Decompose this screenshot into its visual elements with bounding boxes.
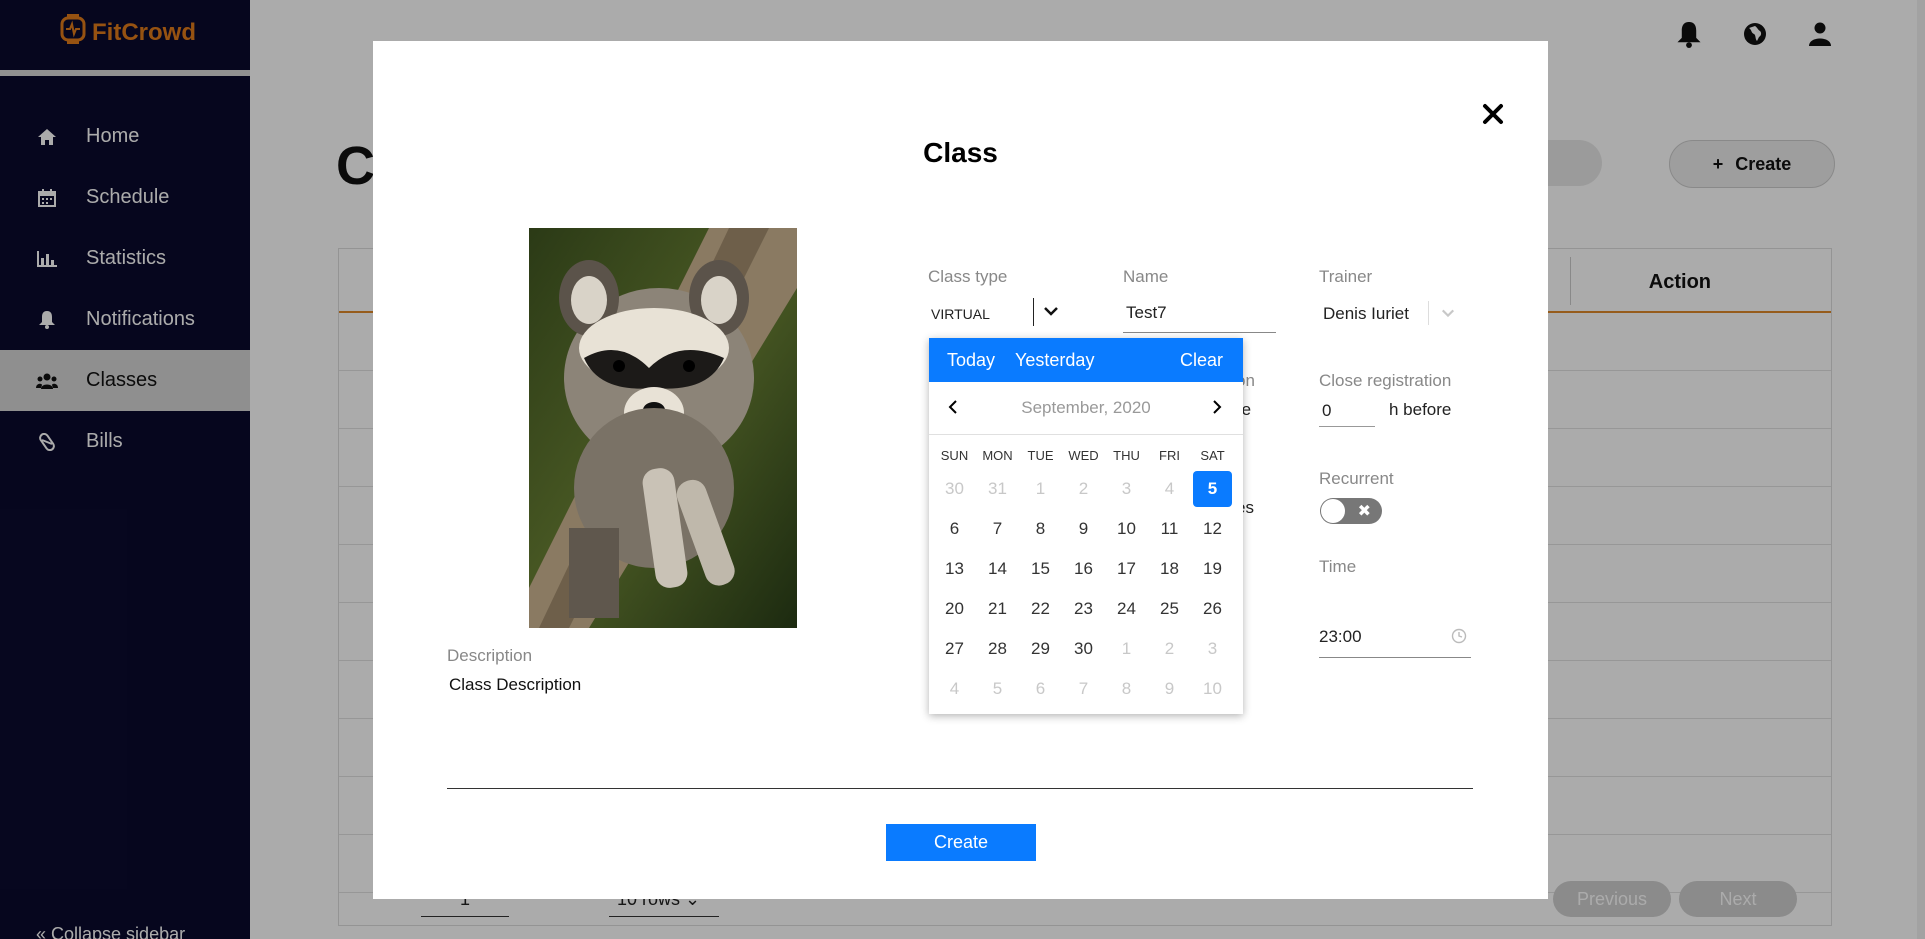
select-divider <box>1428 301 1429 325</box>
calendar-day[interactable]: 29 <box>1019 629 1062 669</box>
calendar-day[interactable]: 21 <box>976 589 1019 629</box>
calendar-day[interactable]: 10 <box>1105 509 1148 549</box>
recurrent-label: Recurrent <box>1319 469 1394 488</box>
calendar-day[interactable]: 19 <box>1191 549 1234 589</box>
time-value: 23:00 <box>1319 627 1362 646</box>
close-registration-unit: h before <box>1389 400 1452 419</box>
calendar-day[interactable]: 30 <box>933 469 976 509</box>
chevron-down-icon[interactable] <box>1441 306 1455 325</box>
today-button[interactable]: Today <box>947 350 995 371</box>
chevron-left-icon[interactable] <box>947 398 961 416</box>
page-scrollbar[interactable] <box>1917 0 1925 939</box>
time-input[interactable]: 23:00 <box>1319 622 1471 658</box>
class-modal: Class Description Class Description Clas… <box>373 41 1548 899</box>
day-of-week-header: SUN <box>940 447 969 463</box>
modal-title: Class <box>923 137 998 168</box>
class-image[interactable] <box>529 228 797 628</box>
calendar-day[interactable]: 6 <box>1019 669 1062 709</box>
calendar-day[interactable]: 4 <box>1148 469 1191 509</box>
calendar-day-selected[interactable]: 5 <box>1193 471 1232 507</box>
calendar-day[interactable]: 9 <box>1062 509 1105 549</box>
description-input[interactable]: Class Description <box>449 675 581 695</box>
calendar-day[interactable]: 1 <box>1105 629 1148 669</box>
day-of-week-header: THU <box>1113 447 1140 463</box>
class-type-select[interactable]: VIRTUAL <box>929 297 1089 331</box>
time-label: Time <box>1319 557 1357 576</box>
calendar-day[interactable]: 14 <box>976 549 1019 589</box>
trainer-label: Trainer <box>1319 267 1373 286</box>
calendar-day[interactable]: 24 <box>1105 589 1148 629</box>
description-underline <box>447 788 1473 789</box>
calendar-day[interactable]: 15 <box>1019 549 1062 589</box>
calendar-day[interactable]: 1 <box>1019 469 1062 509</box>
trainer-select[interactable]: Denis Iuriet <box>1323 304 1409 324</box>
calendar-day[interactable]: 7 <box>976 509 1019 549</box>
calendar-day[interactable]: 2 <box>1148 629 1191 669</box>
class-type-label: Class type <box>928 267 1008 286</box>
name-underline <box>1123 332 1276 333</box>
calendar-day[interactable]: 9 <box>1148 669 1191 709</box>
date-picker: Today Yesterday Clear September, 2020 SU… <box>929 338 1243 714</box>
calendar-day[interactable]: 2 <box>1062 469 1105 509</box>
calendar-day[interactable]: 6 <box>933 509 976 549</box>
calendar-day[interactable]: 8 <box>1019 509 1062 549</box>
toggle-knob <box>1321 499 1345 523</box>
calendar-grid: SUN MON TUE WED THU FRI SAT 30 31 1 2 3 4 5 6 7 8 9 10 11 12… <box>929 435 1243 709</box>
day-of-week-header: WED <box>1068 447 1099 463</box>
create-button[interactable]: Create <box>886 824 1036 861</box>
name-label: Name <box>1123 267 1169 286</box>
close-registration-input[interactable]: 0 <box>1319 399 1375 427</box>
close-registration-label: Close registration <box>1319 371 1452 390</box>
calendar-day[interactable]: 10 <box>1191 669 1234 709</box>
calendar-day[interactable]: 23 <box>1062 589 1105 629</box>
calendar-day[interactable]: 4 <box>933 669 976 709</box>
calendar-day[interactable]: 8 <box>1105 669 1148 709</box>
clock-icon <box>1451 628 1467 644</box>
calendar-day[interactable]: 5 <box>976 669 1019 709</box>
calendar-day[interactable]: 30 <box>1062 629 1105 669</box>
calendar-day[interactable]: 22 <box>1019 589 1062 629</box>
calendar-day[interactable]: 11 <box>1148 509 1191 549</box>
calendar-day[interactable]: 28 <box>976 629 1019 669</box>
calendar-day[interactable]: 18 <box>1148 549 1191 589</box>
calendar-day[interactable]: 13 <box>933 549 976 589</box>
close-icon[interactable] <box>1478 99 1508 129</box>
chevron-down-icon <box>1043 303 1059 324</box>
day-of-week-header: MON <box>982 447 1013 463</box>
day-of-week-header: FRI <box>1159 447 1180 463</box>
clear-button[interactable]: Clear <box>1180 350 1223 371</box>
calendar-day[interactable]: 3 <box>1191 629 1234 669</box>
calendar-day[interactable]: 3 <box>1105 469 1148 509</box>
calendar-day[interactable]: 17 <box>1105 549 1148 589</box>
calendar-day[interactable]: 7 <box>1062 669 1105 709</box>
calendar-day[interactable]: 25 <box>1148 589 1191 629</box>
calendar-day[interactable]: 12 <box>1191 509 1234 549</box>
calendar-day[interactable]: 16 <box>1062 549 1105 589</box>
day-of-week-header: TUE <box>1027 447 1054 463</box>
close-icon: ✖ <box>1357 503 1371 520</box>
class-type-value: VIRTUAL <box>931 306 990 322</box>
raccoon-photo <box>529 228 797 628</box>
chevron-right-icon[interactable] <box>1211 398 1225 416</box>
calendar-day[interactable]: 26 <box>1191 589 1234 629</box>
recurrent-toggle[interactable]: ✖ <box>1320 498 1382 524</box>
date-picker-shortcuts: Today Yesterday Clear <box>929 338 1243 382</box>
select-divider <box>1033 298 1034 326</box>
name-input[interactable]: Test7 <box>1126 303 1167 323</box>
calendar-day[interactable]: 31 <box>976 469 1019 509</box>
description-label: Description <box>447 646 533 665</box>
calendar-day[interactable]: 20 <box>933 589 976 629</box>
month-label[interactable]: September, 2020 <box>1021 398 1150 418</box>
day-of-week-header: SAT <box>1200 447 1225 463</box>
calendar-day[interactable]: 27 <box>933 629 976 669</box>
yesterday-button[interactable]: Yesterday <box>1015 350 1094 371</box>
month-navigation: September, 2020 <box>929 382 1243 434</box>
